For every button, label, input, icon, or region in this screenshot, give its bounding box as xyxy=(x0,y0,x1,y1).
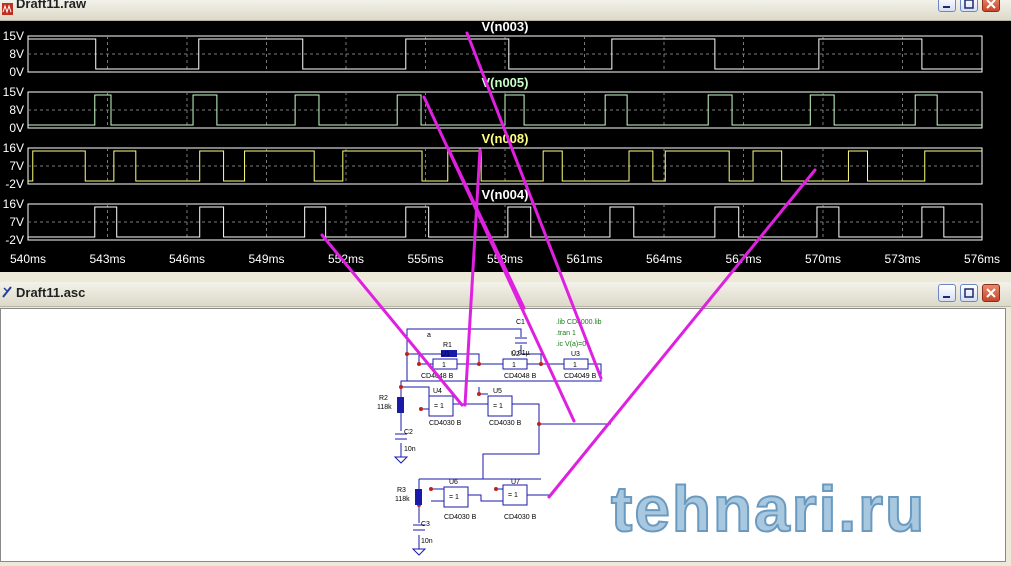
u1-symbol: 1 xyxy=(442,362,446,369)
x-tick-label: 543ms xyxy=(89,252,125,266)
c2-name: C2 xyxy=(404,429,413,436)
u2-part: CD4048 B xyxy=(504,373,537,380)
u4-symbol: = 1 xyxy=(434,403,444,410)
close-icon xyxy=(986,288,996,298)
y-tick-label: -2V xyxy=(5,233,24,247)
r1-name: R1 xyxy=(443,342,452,349)
ground-icon xyxy=(411,548,427,556)
u3-symbol: 1 xyxy=(573,362,577,369)
watermark: tehnari.ru xyxy=(611,473,926,545)
trace-label-n008[interactable]: V(n008) xyxy=(482,131,529,146)
x-tick-label: 555ms xyxy=(407,252,443,266)
maximize-icon xyxy=(964,0,974,9)
u4-name: U4 xyxy=(433,388,442,395)
plot-maximize-button[interactable] xyxy=(960,0,978,12)
schematic-window-titlebar[interactable]: Draft11.asc xyxy=(0,282,1011,307)
schematic-app-icon xyxy=(2,286,12,298)
schematic-svg: R1 367k a C1 0.01µ .lib CD4000.lib .tran… xyxy=(377,319,926,556)
waveform-svg: 15V 8V 0V 15V 8V 0V 16V 7V -2V 16V 7V -2V V(n003) V… xyxy=(3,19,1000,266)
u2-symbol: 1 xyxy=(512,362,516,369)
directive-ic[interactable]: .ic V(a)=0 xyxy=(556,341,586,348)
u7-name: U7 xyxy=(511,479,520,486)
r2-value: 118k xyxy=(377,404,392,411)
x-tick-label: 573ms xyxy=(884,252,920,266)
y-tick-label: 0V xyxy=(9,121,24,135)
u7-part: CD4030 B xyxy=(504,514,537,521)
x-tick-label: 561ms xyxy=(566,252,602,266)
resistor-r2[interactable] xyxy=(397,397,404,413)
x-tick-label: 576ms xyxy=(964,252,1000,266)
c3-name: C3 xyxy=(421,521,430,528)
plot-window: 15V 8V 0V 15V 8V 0V 16V 7V -2V 16V 7V -2V V(n003) V… xyxy=(0,0,1011,280)
y-tick-label: 16V xyxy=(3,141,24,155)
x-tick-label: 567ms xyxy=(725,252,761,266)
c3-value: 10n xyxy=(421,538,433,545)
minimize-icon xyxy=(943,6,950,8)
x-tick-label: 540ms xyxy=(10,252,46,266)
y-tick-label: 7V xyxy=(9,159,24,173)
r3-name: R3 xyxy=(397,487,406,494)
trace-label-n003[interactable]: V(n003) xyxy=(482,19,529,34)
u4-part: CD4030 B xyxy=(429,420,462,427)
plot-window-title: Draft11.raw xyxy=(16,0,87,11)
waveform-plot-area[interactable]: 15V 8V 0V 15V 8V 0V 16V 7V -2V 16V 7V -2V V(n003) V… xyxy=(0,12,1011,272)
c1-name: C1 xyxy=(516,319,525,326)
plot-close-button[interactable] xyxy=(982,0,1000,12)
net-label-a: a xyxy=(427,332,431,339)
minimize-icon xyxy=(943,296,950,298)
u1-name: U1 xyxy=(441,351,450,358)
r2-name: R2 xyxy=(379,395,388,402)
directive-tran[interactable]: .tran 1 xyxy=(556,330,576,337)
y-tick-label: 0V xyxy=(9,65,24,79)
y-tick-label: 15V xyxy=(3,85,24,99)
maximize-icon xyxy=(964,288,974,298)
u6-name: U6 xyxy=(449,479,458,486)
ground-icon xyxy=(393,456,409,464)
x-tick-label: 552ms xyxy=(328,252,364,266)
schem-close-button[interactable] xyxy=(982,284,1000,302)
schematic-canvas[interactable]: R1 367k a C1 0.01µ .lib CD4000.lib .tran… xyxy=(0,308,1006,562)
schematic-window-title: Draft11.asc xyxy=(16,285,86,300)
capacitor-c1[interactable] xyxy=(515,337,527,344)
x-tick-label: 558ms xyxy=(487,252,523,266)
x-tick-label: 546ms xyxy=(169,252,205,266)
resistor-r3[interactable] xyxy=(415,489,422,505)
waveform-app-icon xyxy=(2,3,13,15)
u6-part: CD4030 B xyxy=(444,514,477,521)
plot-window-titlebar[interactable]: Draft11.raw xyxy=(0,0,1011,21)
y-tick-label: 16V xyxy=(3,197,24,211)
u2-name: U2 xyxy=(511,351,520,358)
schem-maximize-button[interactable] xyxy=(960,284,978,302)
y-tick-label: 7V xyxy=(9,215,24,229)
r3-value: 118k xyxy=(395,496,410,503)
y-tick-label: 15V xyxy=(3,29,24,43)
x-tick-label: 570ms xyxy=(805,252,841,266)
u7-symbol: = 1 xyxy=(508,492,518,499)
u5-symbol: = 1 xyxy=(493,403,503,410)
u3-part: CD4049 B xyxy=(564,373,597,380)
trace-label-n004[interactable]: V(n004) xyxy=(482,187,529,202)
y-tick-label: -2V xyxy=(5,177,24,191)
directive-lib[interactable]: .lib CD4000.lib xyxy=(556,319,602,326)
x-tick-label: 564ms xyxy=(646,252,682,266)
c2-value: 10n xyxy=(404,446,416,453)
close-icon xyxy=(986,0,996,9)
x-tick-label: 549ms xyxy=(248,252,284,266)
u5-name: U5 xyxy=(493,388,502,395)
plot-minimize-button[interactable] xyxy=(938,0,956,12)
u5-part: CD4030 B xyxy=(489,420,522,427)
schem-minimize-button[interactable] xyxy=(938,284,956,302)
u6-symbol: = 1 xyxy=(449,494,459,501)
y-tick-label: 8V xyxy=(9,47,24,61)
u1-part: CD4048 B xyxy=(421,373,454,380)
y-tick-label: 8V xyxy=(9,103,24,117)
trace-label-n005[interactable]: V(n005) xyxy=(482,75,529,90)
u3-name: U3 xyxy=(571,351,580,358)
